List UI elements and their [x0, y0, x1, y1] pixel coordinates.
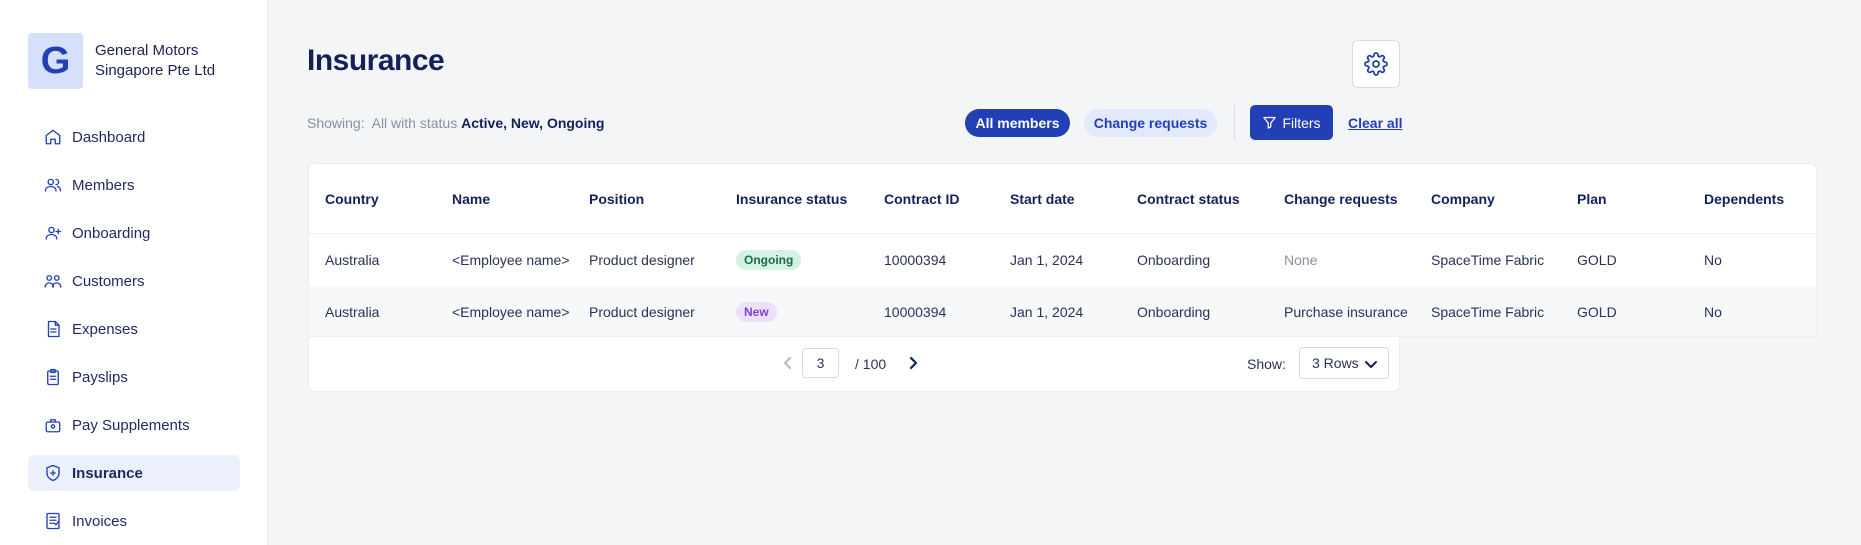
column-header-country[interactable]: Country: [325, 191, 379, 207]
gear-icon: [1364, 52, 1388, 76]
sidebar-item-label: Pay Supplements: [72, 416, 190, 434]
column-header-contract-status[interactable]: Contract status: [1137, 191, 1240, 207]
sidebar-item-label: Insurance: [72, 464, 143, 482]
cell-plan: GOLD: [1577, 252, 1617, 268]
column-header-dependents[interactable]: Dependents: [1704, 191, 1784, 207]
filters-button[interactable]: Filters: [1250, 105, 1333, 140]
cell-change-requests: None: [1284, 252, 1318, 268]
filters-label: Filters: [1282, 114, 1321, 131]
customers-icon: [44, 272, 62, 290]
sidebar-item-onboarding[interactable]: Onboarding: [28, 215, 240, 251]
sidebar-item-pay-supplements[interactable]: Pay Supplements: [28, 407, 240, 443]
cell-company: SpaceTime Fabric: [1431, 304, 1545, 320]
company-logo: G: [28, 33, 83, 89]
cell-contract-id: 10000394: [884, 252, 947, 268]
sidebar-item-label: Members: [72, 176, 135, 194]
cell-position: Product designer: [589, 252, 695, 268]
table-row[interactable]: Australia <Employee name> Product designer…: [309, 286, 1816, 336]
company-brand[interactable]: G General Motors Singapore Pte Ltd: [28, 33, 235, 89]
cell-contract-status: Onboarding: [1137, 252, 1211, 268]
clear-all-link[interactable]: Clear all: [1348, 115, 1402, 131]
showing-prefix: All with status: [371, 115, 458, 131]
shield-icon: [44, 464, 62, 482]
sidebar-nav: Dashboard Members Onboarding Customers Expen…: [28, 119, 240, 545]
table-row[interactable]: Australia <Employee name> Product designer…: [309, 234, 1816, 286]
cell-insurance-status: New: [736, 302, 777, 322]
cell-plan: GOLD: [1577, 304, 1617, 320]
company-name: General Motors Singapore Pte Ltd: [95, 42, 216, 79]
page-total: / 100: [855, 356, 887, 372]
cell-country: Australia: [325, 304, 380, 320]
sidebar-item-customers[interactable]: Customers: [28, 263, 240, 299]
sidebar-item-payslips[interactable]: Payslips: [28, 359, 240, 395]
pagination: / 100 Show: 3 Rows: [308, 337, 1400, 392]
column-header-name[interactable]: Name: [452, 191, 490, 207]
home-icon: [44, 128, 62, 146]
showing-statuses: Active, New, Ongoing: [461, 115, 605, 131]
cell-start-date: Jan 1, 2024: [1010, 252, 1084, 268]
sidebar-item-label: Customers: [72, 272, 145, 290]
filter-icon: [1263, 116, 1277, 129]
status-badge: New: [736, 302, 777, 322]
cell-position: Product designer: [589, 304, 695, 320]
cell-country: Australia: [325, 252, 380, 268]
cell-company: SpaceTime Fabric: [1431, 252, 1545, 268]
invoice-icon: [44, 512, 62, 530]
user-plus-icon: [44, 224, 62, 242]
cell-dependents: No: [1704, 304, 1722, 320]
sidebar-item-label: Onboarding: [72, 224, 151, 242]
rows-per-page-label: Show:: [1247, 356, 1286, 372]
sidebar-item-members[interactable]: Members: [28, 167, 240, 203]
sidebar-item-expenses[interactable]: Expenses: [28, 311, 240, 347]
column-header-company[interactable]: Company: [1431, 191, 1495, 207]
status-badge: Ongoing: [736, 250, 802, 270]
sidebar-item-label: Dashboard: [72, 128, 146, 146]
table-header: Country Name Position Insurance status Contr…: [309, 164, 1816, 234]
all-members-tab[interactable]: All members: [965, 109, 1070, 137]
column-header-position[interactable]: Position: [589, 191, 644, 207]
column-header-contract-id[interactable]: Contract ID: [884, 191, 959, 207]
cell-start-date: Jan 1, 2024: [1010, 304, 1084, 320]
rows-per-page-value: 3 Rows: [1312, 355, 1359, 371]
showing-label: Showing:: [307, 115, 365, 131]
briefcase-icon: [44, 416, 62, 434]
insurance-table: Country Name Position Insurance status Contr…: [308, 163, 1817, 337]
sidebar-item-label: Invoices: [72, 512, 128, 530]
sidebar-item-insurance[interactable]: Insurance: [28, 455, 240, 491]
filter-divider: [1234, 105, 1235, 141]
sidebar-item-label: Payslips: [72, 368, 128, 386]
chevron-down-icon: [1365, 361, 1377, 368]
clipboard-icon: [44, 368, 62, 386]
sidebar-item-dashboard[interactable]: Dashboard: [28, 119, 240, 155]
column-header-insurance-status[interactable]: Insurance status: [736, 191, 847, 207]
receipt-icon: [44, 320, 62, 338]
settings-button[interactable]: [1352, 40, 1400, 88]
column-header-plan[interactable]: Plan: [1577, 191, 1607, 207]
showing-summary: Showing: All with status Active, New, On…: [307, 115, 604, 131]
cell-contract-status: Onboarding: [1137, 304, 1211, 320]
users-icon: [44, 176, 62, 194]
cell-name: <Employee name>: [452, 252, 570, 268]
chevron-left-icon[interactable]: [778, 353, 798, 373]
cell-insurance-status: Ongoing: [736, 250, 802, 270]
sidebar-item-label: Expenses: [72, 320, 138, 338]
column-header-change-requests[interactable]: Change requests: [1284, 191, 1398, 207]
cell-dependents: No: [1704, 252, 1722, 268]
cell-name: <Employee name>: [452, 304, 570, 320]
rows-per-page-select[interactable]: 3 Rows: [1299, 347, 1389, 379]
cell-contract-id: 10000394: [884, 304, 947, 320]
page-title: Insurance: [307, 44, 445, 77]
sidebar: G General Motors Singapore Pte Ltd Dashb…: [0, 0, 268, 545]
cell-change-requests: Purchase insurance: [1284, 304, 1408, 320]
column-header-start-date[interactable]: Start date: [1010, 191, 1075, 207]
sidebar-item-invoices[interactable]: Invoices: [28, 503, 240, 539]
change-requests-tab[interactable]: Change requests: [1084, 109, 1217, 137]
page-number-input[interactable]: [802, 348, 839, 378]
chevron-right-icon[interactable]: [903, 353, 923, 373]
